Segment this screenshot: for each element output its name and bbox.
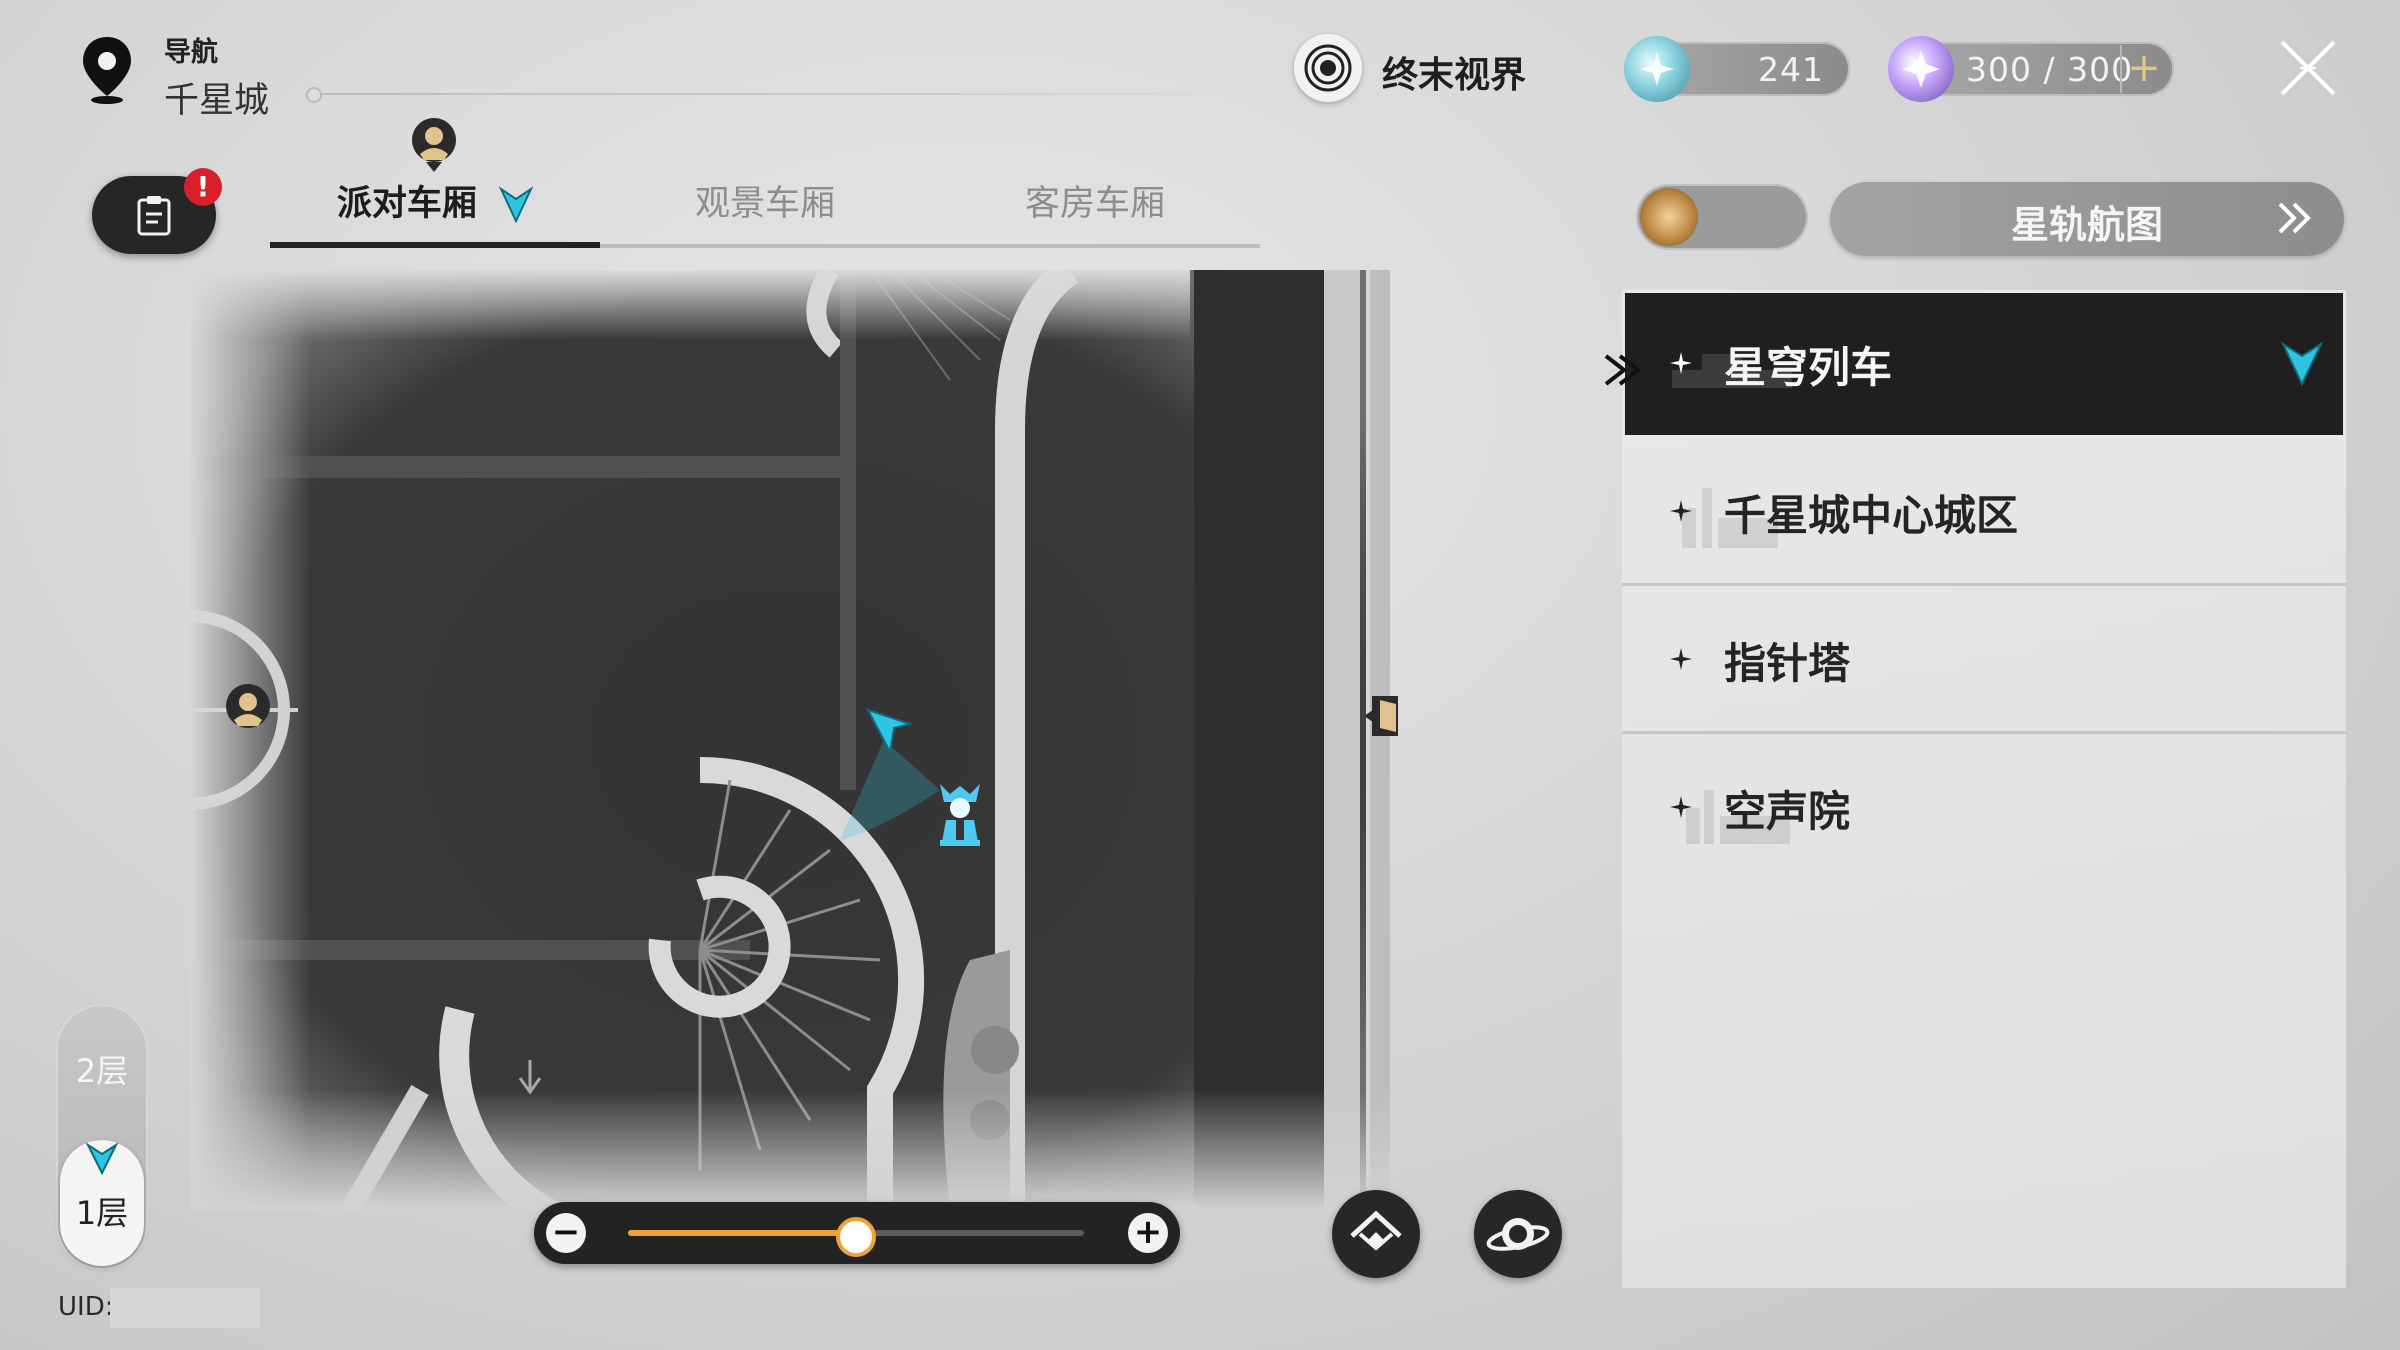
double-chevron-right-icon <box>2278 202 2311 234</box>
current-location-marker-icon <box>2280 341 2324 387</box>
location-item-sound-academy[interactable]: 空声院 <box>1622 734 2346 882</box>
sparkle-icon <box>1670 648 1692 670</box>
location-item-label: 指针塔 <box>1724 639 1851 688</box>
current-position-marker-icon <box>499 186 534 224</box>
home-button[interactable] <box>1332 1190 1420 1278</box>
party-character-icon <box>412 118 456 172</box>
trailblaze-power-counter: 300 / 300 + <box>1888 36 2174 102</box>
zoom-slider-fill <box>628 1230 856 1236</box>
add-power-button[interactable]: + <box>2120 45 2166 93</box>
star-rail-map-button[interactable]: 星轨航图 <box>1830 182 2344 256</box>
floor-1-button[interactable]: 1层 <box>60 1140 144 1266</box>
current-location: 千星城 <box>164 81 270 121</box>
notification-badge: ! <box>184 168 222 206</box>
zoom-slider-thumb[interactable] <box>836 1217 876 1257</box>
conductor-npc-icon[interactable] <box>928 776 992 848</box>
map-canvas[interactable] <box>190 270 1390 1210</box>
stellar-jade-icon <box>1624 36 1690 102</box>
location-item-label: 千星城中心城区 <box>1724 491 2019 540</box>
tab-observation-carriage[interactable]: 观景车厢 <box>600 176 930 246</box>
uid-label: UID: <box>58 1292 114 1322</box>
location-item-astral-express[interactable]: 星穹列车 <box>1622 290 2346 438</box>
floor-2-button[interactable]: 2层 <box>56 1046 148 1092</box>
star-rail-map-label: 星轨航图 <box>2010 203 2163 247</box>
map-filter-toggle[interactable] <box>1636 184 1808 250</box>
location-item-pointer-tower[interactable]: 指针塔 <box>1622 586 2346 734</box>
trailblaze-power-icon <box>1888 36 1954 102</box>
sparkle-icon <box>1670 796 1692 818</box>
zoom-control: − + <box>534 1202 1180 1264</box>
nav-divider-dot <box>306 87 322 103</box>
trailblaze-power-value: 300 / 300 <box>1966 50 2134 89</box>
clipboard-icon <box>137 196 171 236</box>
stellar-jade-counter: 241 <box>1624 36 1850 102</box>
zoom-out-button[interactable]: − <box>546 1213 586 1253</box>
tab-party-carriage[interactable]: 派对车厢 <box>270 176 600 246</box>
close-icon[interactable] <box>2276 36 2340 100</box>
exit-door-icon[interactable] <box>1358 686 1418 746</box>
player-position-arrow-icon <box>865 708 914 756</box>
nav-divider <box>310 93 1256 95</box>
current-floor-marker-icon <box>86 1142 118 1176</box>
realm-label[interactable]: 终末视界 <box>1382 46 1526 98</box>
zoom-slider-track[interactable] <box>628 1217 1084 1257</box>
location-item-label: 星穹列车 <box>1724 343 1893 392</box>
active-tab-indicator <box>270 242 600 248</box>
navigation-label: 导航 <box>164 37 218 68</box>
floor-1-label: 1层 <box>75 1194 129 1232</box>
location-pin-icon <box>83 37 131 104</box>
selection-pointer-icon <box>1604 354 1642 386</box>
party-npc-map-icon[interactable] <box>218 678 278 738</box>
stellar-jade-value: 241 <box>1758 50 1824 89</box>
tab-guest-room-carriage[interactable]: 客房车厢 <box>930 176 1260 246</box>
location-list-panel: 星穹列车 千星城中心城区 指针塔 空声院 <box>1622 290 2346 1288</box>
toggle-knob-icon <box>1640 188 1698 246</box>
uid-value-redacted <box>110 1288 260 1328</box>
home-icon <box>1350 1210 1402 1251</box>
location-item-central-city[interactable]: 千星城中心城区 <box>1622 438 2346 586</box>
realm-button[interactable] <box>1294 34 1362 102</box>
tab-party-carriage-label: 派对车厢 <box>336 184 477 224</box>
planet-button[interactable] <box>1474 1190 1562 1278</box>
zoom-in-button[interactable]: + <box>1128 1213 1168 1253</box>
spiral-icon <box>1304 44 1352 92</box>
planet-icon <box>1486 1218 1550 1251</box>
location-item-label: 空声院 <box>1724 787 1851 836</box>
sparkle-icon <box>1670 352 1692 374</box>
sparkle-icon <box>1670 500 1692 522</box>
